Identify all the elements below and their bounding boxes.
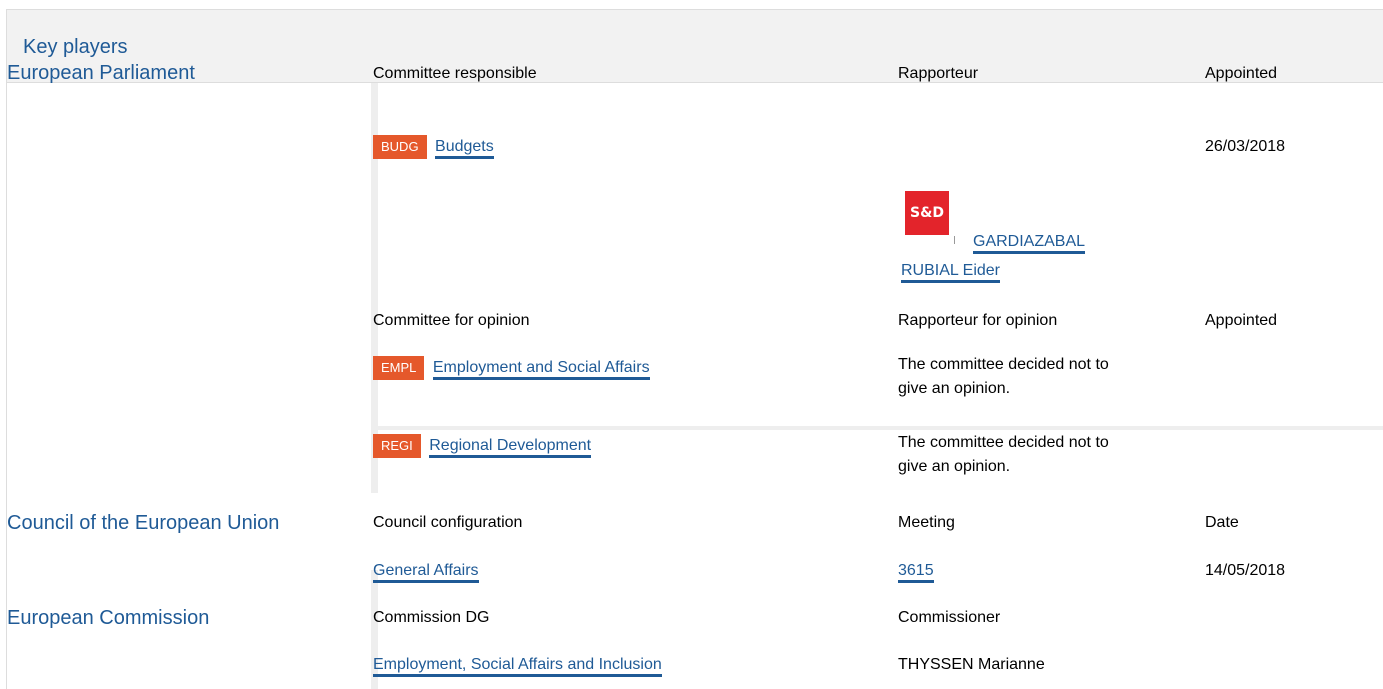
key-players-panel: Key players European Parliament Committe…: [6, 9, 1383, 689]
rapporteur-opinion-label: Rapporteur for opinion: [898, 312, 1058, 329]
appointed-date: 26/03/2018: [1205, 138, 1286, 155]
date-label: Date: [1205, 514, 1239, 531]
sd-group-logo: S&D: [905, 191, 949, 235]
opinion-note-line: give an opinion.: [898, 458, 1011, 475]
council-config-cell: General Affairs: [373, 562, 479, 583]
appointed-label: Appointed: [1205, 65, 1278, 82]
opinion-note-line: The committee decided not to: [898, 434, 1109, 451]
meeting-cell: 3615: [898, 562, 934, 583]
panel-title: Key players: [23, 36, 128, 58]
rapporteur-link[interactable]: RUBIAL Eider: [901, 262, 1000, 283]
committee-badge: REGI: [373, 434, 421, 458]
commission-section-title: European Commission: [7, 607, 210, 629]
ep-section-title: European Parliament: [7, 62, 195, 84]
council-config-link[interactable]: General Affairs: [373, 562, 479, 583]
committee-badge: BUDG: [373, 135, 427, 159]
commission-dg-link[interactable]: Employment, Social Affairs and Inclusion: [373, 656, 662, 677]
rapporteur-name-line2[interactable]: RUBIAL Eider: [901, 257, 1000, 285]
opinion-row-empl: EMPL Employment and Social Affairs: [373, 356, 650, 380]
committee-opinion-label: Committee for opinion: [373, 312, 530, 329]
commissioner-name: THYSSEN Marianne: [898, 656, 1045, 673]
committee-badge: EMPL: [373, 356, 425, 380]
opinion-row-regi: REGI Regional Development: [373, 434, 592, 458]
council-date: 14/05/2018: [1205, 562, 1286, 579]
meeting-link[interactable]: 3615: [898, 562, 934, 583]
column-separator: [371, 313, 378, 493]
logo-divider: [954, 236, 955, 244]
council-section-title: Council of the European Union: [7, 512, 280, 534]
committee-responsible-label: Committee responsible: [373, 65, 537, 82]
committee-row-budg: BUDG Budgets: [373, 135, 494, 159]
commissioner-label: Commissioner: [898, 609, 1001, 626]
commission-dg-label: Commission DG: [373, 609, 490, 626]
commission-dg-cell: Employment, Social Affairs and Inclusion: [373, 656, 662, 677]
opinion-note-line: give an opinion.: [898, 380, 1011, 397]
opinion-note: The committee decided not to give an opi…: [898, 431, 1109, 479]
opinion-note-line: The committee decided not to: [898, 356, 1109, 373]
rapporteur-name-line1[interactable]: GARDIAZABAL: [973, 228, 1086, 256]
column-separator: [371, 83, 378, 313]
row-divider: [371, 426, 1383, 430]
committee-link-regional[interactable]: Regional Development: [429, 437, 592, 458]
meeting-label: Meeting: [898, 514, 955, 531]
council-config-label: Council configuration: [373, 514, 523, 531]
committee-link-employment[interactable]: Employment and Social Affairs: [432, 359, 650, 380]
panel-header: Key players: [7, 10, 1383, 83]
appointed-opinion-label: Appointed: [1205, 312, 1278, 329]
rapporteur-label: Rapporteur: [898, 65, 979, 82]
rapporteur-link[interactable]: GARDIAZABAL: [973, 233, 1086, 254]
committee-link-budgets[interactable]: Budgets: [435, 138, 494, 159]
opinion-note: The committee decided not to give an opi…: [898, 353, 1109, 401]
